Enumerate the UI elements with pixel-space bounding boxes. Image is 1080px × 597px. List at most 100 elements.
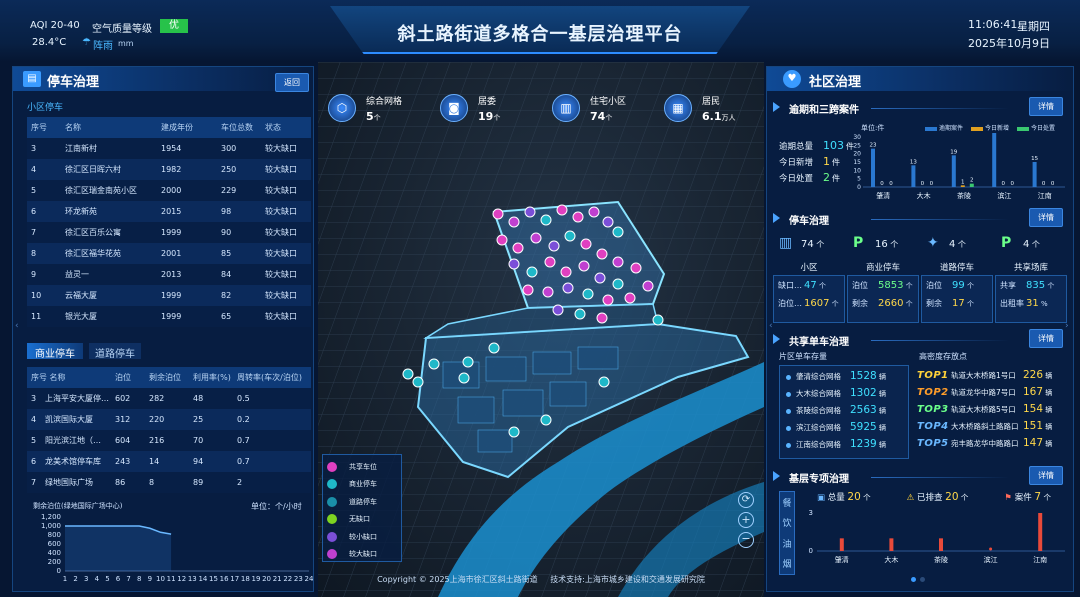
bike-detail-button[interactable]: 详情 [1029, 329, 1063, 348]
pager-dots[interactable] [911, 577, 925, 582]
x-tick-label: 24 [305, 575, 313, 583]
catering-oil-smoke-tab[interactable]: 餐饮油烟 [779, 491, 795, 575]
x-tick-label: 22 [283, 575, 292, 583]
bar-label: 15 [1031, 156, 1038, 162]
parking-card-row: 泊位 99 个 [926, 280, 974, 291]
table-row[interactable]: 3 上海平安大厦停… 602 282 48 0.5 [27, 388, 311, 409]
table-row[interactable]: 8 徐汇区福华花苑 2001 85 较大缺口 [27, 243, 311, 264]
special-detail-button[interactable]: 详情 [1029, 466, 1063, 485]
back-button[interactable]: 返回 [275, 73, 309, 92]
parking-marker[interactable] [598, 376, 610, 388]
parking-marker[interactable] [602, 294, 614, 306]
parking-marker[interactable] [560, 266, 572, 278]
bike-top-row[interactable]: TOP3 轨道大木桥路5号口 154 辆 [917, 403, 1071, 415]
parking-marker[interactable] [508, 216, 520, 228]
bike-top-row[interactable]: TOP4 大木桥路斜土路路口 151 辆 [917, 420, 1071, 432]
parking-marker[interactable] [652, 314, 664, 326]
scroll-left-icon[interactable]: ‹ [15, 321, 19, 331]
parking-marker[interactable] [562, 282, 574, 294]
bike-top-row[interactable]: TOP5 宛丰路龙华中路路口 147 辆 [917, 437, 1071, 449]
parking-marker[interactable] [526, 266, 538, 278]
table-row[interactable]: 6 环龙新苑 2015 98 较大缺口 [27, 201, 311, 222]
parking-marker[interactable] [540, 214, 552, 226]
table-row[interactable]: 5 徐汇区瑞金南苑小区 2000 229 较大缺口 [27, 180, 311, 201]
bike-area-row[interactable]: 茶陵综合网格 2563 辆 [786, 404, 906, 416]
table-row[interactable]: 3 江南新村 1954 300 较大缺口 [27, 138, 311, 159]
parking-marker[interactable] [530, 232, 542, 244]
table-row[interactable]: 11 银光大厦 1999 65 较大缺口 [27, 306, 311, 327]
bike-top-row[interactable]: TOP2 轨道龙华中路7号口 167 辆 [917, 386, 1071, 398]
parking-marker[interactable] [612, 226, 624, 238]
parking-marker[interactable] [612, 278, 624, 290]
bike-area-row[interactable]: 江南综合网格 1239 辆 [786, 438, 906, 450]
parking-marker[interactable] [582, 288, 594, 300]
parking-marker[interactable] [524, 206, 536, 218]
parking-marker[interactable] [574, 308, 586, 320]
table-row[interactable]: 4 徐汇区日晖六村 1982 250 较大缺口 [27, 159, 311, 180]
parking-marker[interactable] [630, 262, 642, 274]
table-cell: 较大缺口 [265, 228, 297, 237]
parking-marker[interactable] [588, 206, 600, 218]
parking-marker[interactable] [578, 260, 590, 272]
map-view[interactable]: ⬡ 综合网格 5个 ◙ 居委 19个 ▥ 住宅小区 74个 ▦ 居民 6.1万人 共享车位 商业停车 道路… [318, 62, 764, 597]
parking-marker[interactable] [428, 358, 440, 370]
parking-marker[interactable] [572, 211, 584, 223]
bike-area-row[interactable]: 大木综合网格 1302 辆 [786, 387, 906, 399]
parking-marker[interactable] [564, 230, 576, 242]
stat-label: 住宅小区 [590, 97, 627, 107]
parking-marker[interactable] [594, 272, 606, 284]
zoom-in-icon[interactable]: + [738, 512, 754, 528]
zoom-out-icon[interactable]: − [738, 532, 754, 548]
parking-marker[interactable] [458, 372, 470, 384]
parking-marker[interactable] [596, 248, 608, 260]
parking-marker[interactable] [540, 414, 552, 426]
parking-marker[interactable] [548, 240, 560, 252]
y-tick-label: 3 [809, 509, 813, 517]
parking-marker[interactable] [492, 208, 504, 220]
overdue-detail-button[interactable]: 详情 [1029, 97, 1063, 116]
column-header: 剩余泊位 [149, 373, 181, 382]
parking-tabs: 商业停车 道路停车 [27, 343, 141, 360]
y-tick-label: 20 [853, 151, 861, 158]
table-row[interactable]: 9 益灵一 2013 84 较大缺口 [27, 264, 311, 285]
parking-marker[interactable] [402, 368, 414, 380]
parking-marker[interactable] [624, 292, 636, 304]
bike-area-row[interactable]: 肇清综合网格 1528 辆 [786, 370, 906, 382]
parking-marker[interactable] [522, 284, 534, 296]
table-row[interactable]: 10 云福大厦 1999 82 较大缺口 [27, 285, 311, 306]
table-cell: 0.7 [237, 457, 250, 466]
parking-marker[interactable] [602, 216, 614, 228]
bike-top-row[interactable]: TOP1 轨道大木桥路1号口 226 辆 [917, 369, 1071, 381]
parking-marker[interactable] [512, 242, 524, 254]
rotate-icon[interactable]: ⟳ [738, 492, 754, 508]
parking-marker[interactable] [580, 238, 592, 250]
parking-marker[interactable] [462, 356, 474, 368]
parking-marker[interactable] [552, 304, 564, 316]
table-row[interactable]: 4 凯滨国际大厦 312 220 25 0.2 [27, 409, 311, 430]
tab-commercial-parking[interactable]: 商业停车 [27, 343, 83, 360]
parking-detail-button[interactable]: 详情 [1029, 208, 1063, 227]
tab-road-parking[interactable]: 道路停车 [89, 343, 141, 360]
y-tick-label: 200 [48, 558, 61, 566]
table-row[interactable]: 6 龙美术馆停车库 243 14 94 0.7 [27, 451, 311, 472]
parking-marker[interactable] [556, 204, 568, 216]
parking-marker[interactable] [642, 280, 654, 292]
parking-marker[interactable] [412, 376, 424, 388]
table-row[interactable]: 7 徐汇区百乐公寓 1999 90 较大缺口 [27, 222, 311, 243]
parking-marker[interactable] [488, 342, 500, 354]
table-cell: 7 绿地国际广场 [31, 478, 93, 487]
parking-marker[interactable] [612, 256, 624, 268]
parking-marker[interactable] [496, 234, 508, 246]
table-row[interactable]: 5 阳光滨江地（… 604 216 70 0.7 [27, 430, 311, 451]
panel-header: ♥ 社区治理 [767, 67, 1073, 91]
parking-gov-title: 停车治理 [789, 216, 829, 227]
parking-marker[interactable] [544, 256, 556, 268]
parking-marker[interactable] [508, 426, 520, 438]
parking-marker[interactable] [596, 312, 608, 324]
parking-marker[interactable] [542, 286, 554, 298]
bike-area-row[interactable]: 滨江综合网格 5925 辆 [786, 421, 906, 433]
x-tick-label: 江南 [1033, 555, 1047, 564]
column-header: 周转率(车次/泊位) [237, 373, 302, 382]
table-row[interactable]: 7 绿地国际广场 86 8 89 2 [27, 472, 311, 493]
parking-marker[interactable] [508, 258, 520, 270]
